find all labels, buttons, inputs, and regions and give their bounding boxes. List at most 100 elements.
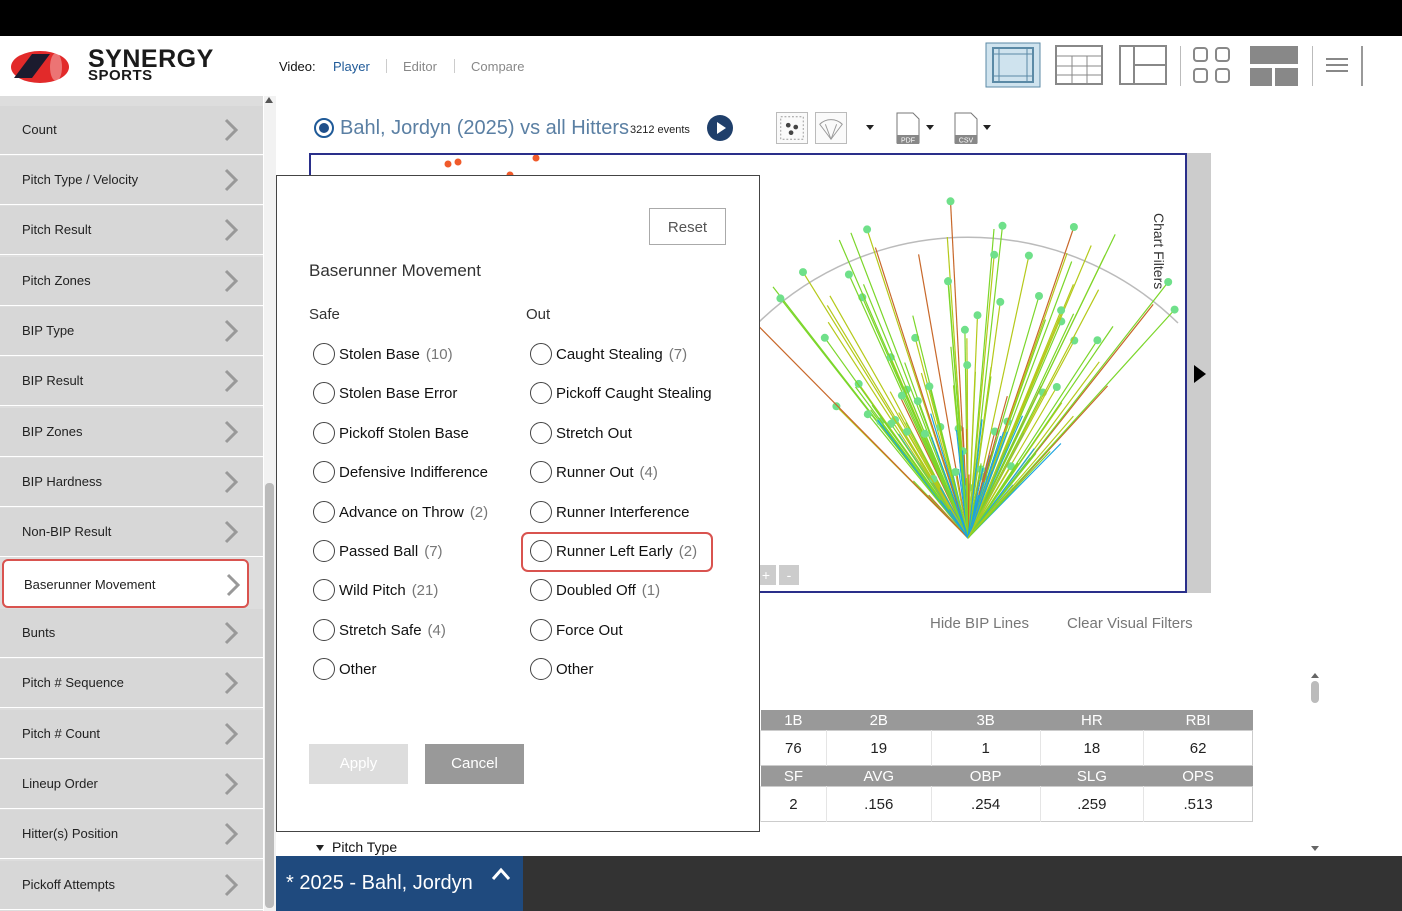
radio-button[interactable]: [530, 658, 552, 680]
bip-point[interactable]: [990, 250, 999, 259]
hide-bip-lines-link[interactable]: Hide BIP Lines: [930, 615, 1029, 632]
chevron-down-icon[interactable]: [866, 125, 874, 130]
bip-point[interactable]: [925, 382, 934, 391]
radio-button[interactable]: [313, 579, 335, 601]
sidebar-item[interactable]: BIP Zones: [0, 408, 263, 457]
layout-split-icon[interactable]: [1118, 42, 1168, 88]
panel-select-radio[interactable]: [314, 118, 334, 138]
bip-point[interactable]: [844, 270, 853, 279]
pdf-icon[interactable]: PDF: [895, 111, 923, 145]
bip-point[interactable]: [963, 361, 972, 370]
bip-point[interactable]: [454, 158, 462, 166]
sidebar-scroll-thumb[interactable]: [265, 483, 274, 908]
radio-button[interactable]: [313, 501, 335, 523]
sidebar-item[interactable]: Count: [0, 106, 263, 155]
bip-point[interactable]: [996, 297, 1005, 306]
sidebar-item[interactable]: Lineup Order: [0, 760, 263, 809]
video-editor-link[interactable]: Editor: [403, 59, 437, 74]
bip-point[interactable]: [1170, 305, 1179, 314]
zoom-out-button[interactable]: -: [779, 565, 799, 585]
bip-point[interactable]: [973, 311, 982, 320]
option-label: Wild Pitch: [339, 582, 406, 599]
clear-visual-filters-link[interactable]: Clear Visual Filters: [1067, 615, 1193, 632]
radio-button[interactable]: [313, 382, 335, 404]
bip-point[interactable]: [1069, 223, 1078, 231]
bip-point[interactable]: [776, 294, 785, 303]
sidebar-item[interactable]: Pitch Zones: [0, 257, 263, 306]
bip-point[interactable]: [1035, 292, 1043, 300]
radio-button[interactable]: [313, 540, 335, 562]
layout-table-icon[interactable]: [1054, 42, 1104, 88]
bip-point[interactable]: [1057, 306, 1066, 315]
expand-arrow-icon[interactable]: [1194, 365, 1206, 383]
sidebar-item[interactable]: Baserunner Movement: [2, 559, 249, 608]
sidebar-item[interactable]: BIP Result: [0, 357, 263, 406]
video-compare-link[interactable]: Compare: [471, 59, 524, 74]
sidebar-item[interactable]: Pitch # Sequence: [0, 659, 263, 708]
bip-point[interactable]: [863, 410, 872, 419]
results-scrollbar[interactable]: [1310, 672, 1320, 852]
sidebar-item[interactable]: Bunts: [0, 609, 263, 658]
radio-button[interactable]: [313, 343, 335, 365]
bip-point[interactable]: [832, 402, 841, 411]
bip-point[interactable]: [960, 325, 969, 334]
layout-grid-icon[interactable]: [1190, 42, 1236, 88]
sidebar-item[interactable]: BIP Type: [0, 307, 263, 356]
bip-point[interactable]: [863, 225, 872, 234]
layout-single-icon[interactable]: [985, 42, 1041, 88]
radio-button[interactable]: [313, 658, 335, 680]
reset-button[interactable]: Reset: [649, 208, 726, 245]
radio-button[interactable]: [530, 343, 552, 365]
bip-point[interactable]: [444, 160, 452, 168]
bip-point[interactable]: [951, 468, 960, 476]
radio-button[interactable]: [530, 461, 552, 483]
sidebar-item[interactable]: Pitch Result: [0, 206, 263, 255]
sidebar-item[interactable]: Pitch # Count: [0, 710, 263, 759]
radio-button[interactable]: [313, 619, 335, 641]
synergy-logo-icon: [11, 51, 69, 83]
bip-point[interactable]: [820, 333, 829, 342]
report-tab[interactable]: * 2025 - Bahl, Jordyn: [276, 856, 523, 911]
radio-button[interactable]: [313, 422, 335, 444]
pitch-type-section[interactable]: Pitch Type: [316, 839, 397, 855]
chevron-down-icon[interactable]: [983, 125, 991, 130]
radio-button[interactable]: [530, 579, 552, 601]
sidebar-item[interactable]: Hitter(s) Position: [0, 810, 263, 859]
option-label: Advance on Throw: [339, 504, 464, 521]
radio-button[interactable]: [530, 422, 552, 444]
sidebar-item[interactable]: Pickoff Attempts: [0, 861, 263, 910]
bip-point[interactable]: [1024, 251, 1033, 260]
chart-filters-tab[interactable]: Chart Filters: [1151, 153, 1211, 593]
sidebar-item-label: Hitter(s) Position: [22, 826, 119, 841]
scatter-chart-icon[interactable]: [776, 112, 808, 144]
play-video-button[interactable]: [707, 115, 733, 141]
bip-point[interactable]: [799, 268, 807, 277]
bip-point[interactable]: [946, 197, 955, 206]
sidebar-item[interactable]: BIP Hardness: [0, 458, 263, 507]
layout-tiles-icon[interactable]: [1248, 42, 1300, 88]
radio-button[interactable]: [530, 501, 552, 523]
bip-point[interactable]: [913, 397, 922, 406]
option-text: Caught Stealing (7): [556, 346, 687, 363]
apply-button[interactable]: Apply: [309, 744, 408, 784]
video-player-link[interactable]: Player: [333, 59, 370, 74]
scroll-up-icon[interactable]: [265, 97, 273, 103]
radio-button[interactable]: [530, 382, 552, 404]
bip-point[interactable]: [1093, 336, 1102, 345]
bip-point[interactable]: [1052, 383, 1061, 391]
spray-chart-icon[interactable]: [815, 112, 847, 144]
cancel-button[interactable]: Cancel: [425, 744, 524, 784]
radio-button[interactable]: [530, 619, 552, 641]
bip-point[interactable]: [532, 155, 540, 162]
menu-icon[interactable]: [1324, 42, 1350, 88]
bip-point[interactable]: [944, 277, 952, 286]
sidebar-item[interactable]: Pitch Type / Velocity: [0, 156, 263, 205]
sidebar-item[interactable]: Non-BIP Result: [0, 508, 263, 557]
bip-point[interactable]: [998, 221, 1007, 230]
chevron-down-icon[interactable]: [926, 125, 934, 130]
csv-icon[interactable]: CSV: [953, 111, 981, 145]
bip-point[interactable]: [920, 429, 929, 438]
radio-button[interactable]: [313, 461, 335, 483]
option-label: Caught Stealing: [556, 346, 663, 363]
chevron-up-icon[interactable]: [491, 866, 511, 882]
